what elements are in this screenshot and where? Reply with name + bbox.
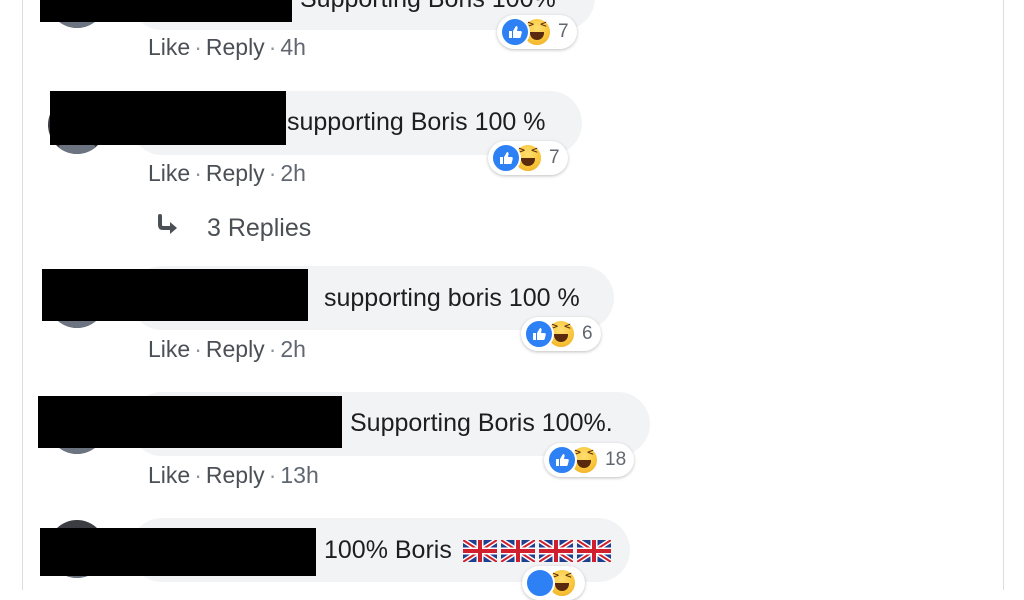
reaction-count: 7 — [549, 147, 560, 168]
reply-link[interactable]: Reply — [206, 462, 265, 488]
reply-arrow-icon — [155, 214, 185, 243]
comment-text: Supporting Boris 100%. — [350, 409, 613, 437]
view-replies-link[interactable]: 3 Replies — [155, 214, 311, 243]
reaction-summary[interactable]: 18 — [544, 443, 635, 477]
like-icon — [547, 445, 577, 475]
reaction-summary[interactable]: 7 — [488, 141, 568, 175]
timestamp[interactable]: 2h — [280, 336, 306, 362]
like-link[interactable]: Like — [148, 462, 190, 488]
reaction-count: 18 — [605, 449, 627, 470]
reaction-summary[interactable]: 7 — [497, 15, 577, 49]
timestamp[interactable]: 4h — [280, 34, 306, 60]
redaction-bar — [40, 528, 316, 576]
redaction-bar — [38, 396, 342, 448]
reply-link[interactable]: Reply — [206, 34, 265, 60]
redaction-bar — [50, 91, 286, 145]
like-icon — [524, 319, 554, 349]
uk-flag-icon — [500, 540, 535, 563]
uk-flag-icon — [576, 540, 611, 563]
comment-text: Supporting Boris 100% — [300, 0, 556, 14]
comment-actions: Like · Reply · 2h — [148, 336, 306, 362]
reaction-summary[interactable] — [522, 566, 585, 600]
replies-label: 3 Replies — [207, 214, 312, 242]
uk-flag-icon — [538, 540, 573, 563]
comment-text-content: 100% Boris — [324, 536, 452, 564]
timestamp[interactable]: 13h — [280, 462, 318, 488]
reaction-count: 6 — [582, 323, 593, 344]
like-icon — [491, 143, 521, 173]
like-icon — [525, 568, 555, 598]
like-icon — [500, 17, 530, 47]
comment-actions: Like · Reply · 4h — [148, 34, 306, 60]
comment-actions: Like · Reply · 13h — [148, 462, 319, 488]
like-link[interactable]: Like — [148, 34, 190, 60]
reaction-summary[interactable]: 6 — [521, 317, 601, 351]
comment-actions: Like · Reply · 2h — [148, 160, 306, 186]
union-jack-flags — [452, 536, 611, 564]
reaction-count: 7 — [558, 21, 569, 42]
uk-flag-icon — [462, 540, 497, 563]
redaction-bar — [42, 269, 308, 321]
redaction-bar — [40, 0, 292, 22]
reply-link[interactable]: Reply — [206, 160, 265, 186]
comment-text: supporting boris 100 % — [324, 284, 580, 312]
reply-link[interactable]: Reply — [206, 336, 265, 362]
like-link[interactable]: Like — [148, 160, 190, 186]
comment-text: supporting Boris 100 % — [287, 108, 546, 136]
like-link[interactable]: Like — [148, 336, 190, 362]
comment-text: 100% Boris — [324, 535, 611, 565]
timestamp[interactable]: 2h — [280, 160, 306, 186]
